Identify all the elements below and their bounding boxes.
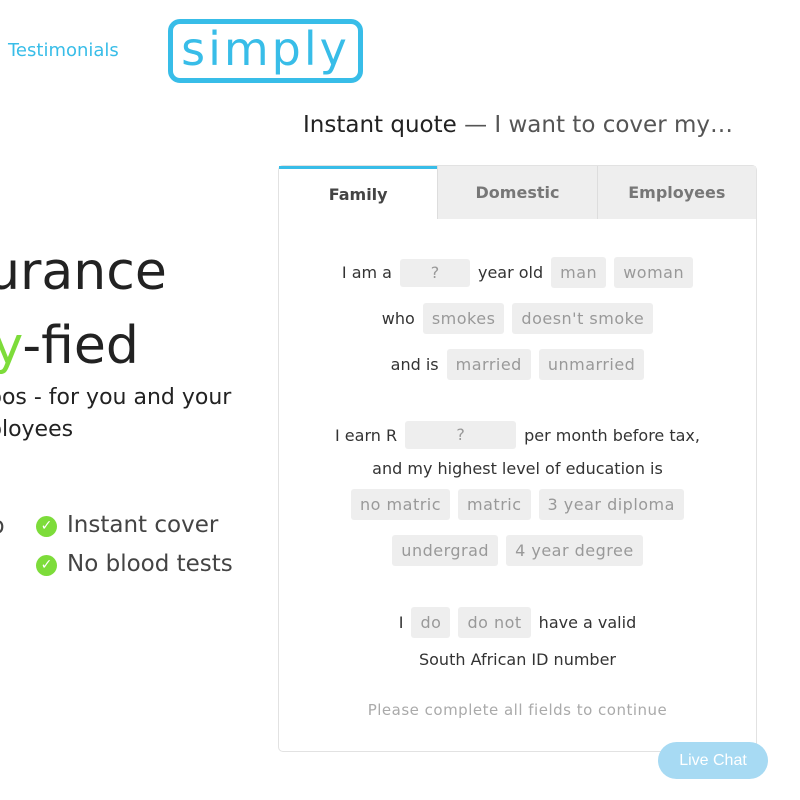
age-suffix: year old bbox=[477, 263, 544, 282]
income-input[interactable]: ? bbox=[405, 421, 517, 449]
and-is-label: and is bbox=[390, 355, 439, 374]
earn-prefix: I earn R bbox=[335, 425, 398, 445]
who-label: who bbox=[381, 309, 415, 328]
bullet-instant-cover: ✓ Instant cover bbox=[36, 512, 218, 538]
education-option-no-matric[interactable]: no matric bbox=[351, 489, 451, 520]
age-input[interactable]: ? bbox=[399, 258, 470, 287]
hero-subtitle-line1: bos - for you and your bbox=[0, 385, 232, 410]
nav-link-testimonials[interactable]: Testimonials bbox=[8, 40, 119, 61]
tab-domestic[interactable]: Domestic bbox=[437, 166, 597, 219]
age-prefix: I am a bbox=[341, 263, 392, 282]
quote-tabs: Family Domestic Employees bbox=[279, 166, 756, 219]
hero-subtitle: bos - for you and your ployees bbox=[0, 382, 231, 446]
bullet-label: No blood tests bbox=[67, 551, 233, 577]
id-option-do-not[interactable]: do not bbox=[458, 607, 531, 638]
education-row-2: undergrad 4 year degree bbox=[279, 535, 756, 566]
logo[interactable]: simply bbox=[168, 19, 363, 83]
quote-heading-rest: — I want to cover my… bbox=[456, 112, 733, 138]
hero-heading-line2: ly-fied bbox=[0, 316, 139, 376]
education-option-matric[interactable]: matric bbox=[458, 489, 531, 520]
smoke-option-smokes[interactable]: smokes bbox=[422, 303, 505, 334]
education-label-row: and my highest level of education is bbox=[279, 459, 756, 478]
quote-heading-strong: Instant quote bbox=[303, 112, 457, 138]
education-option-3-year-diploma[interactable]: 3 year diploma bbox=[538, 489, 684, 520]
id-option-do[interactable]: do bbox=[411, 607, 451, 638]
check-icon: ✓ bbox=[36, 516, 57, 537]
id-row: I do do not have a valid bbox=[279, 607, 756, 638]
smoker-row: who smokes doesn't smoke bbox=[279, 303, 756, 334]
marital-row: and is married unmarried bbox=[279, 349, 756, 380]
education-label: and my highest level of education is bbox=[372, 459, 663, 478]
id-suffix: have a valid bbox=[538, 613, 637, 632]
education-option-4-year-degree[interactable]: 4 year degree bbox=[506, 535, 643, 566]
gender-option-man[interactable]: man bbox=[551, 257, 607, 288]
quote-card: Family Domestic Employees I am a ? year … bbox=[278, 165, 757, 752]
marital-option-married[interactable]: married bbox=[446, 349, 531, 380]
id-row-2: South African ID number bbox=[279, 650, 756, 669]
tab-family[interactable]: Family bbox=[279, 166, 438, 219]
bullet-label: Instant cover bbox=[67, 512, 219, 538]
education-option-undergrad[interactable]: undergrad bbox=[392, 535, 499, 566]
gender-option-woman[interactable]: woman bbox=[614, 257, 694, 288]
id-prefix: I bbox=[398, 613, 404, 632]
bullet-fragment: p bbox=[0, 513, 5, 539]
id-line2: South African ID number bbox=[418, 650, 616, 669]
form-hint: Please complete all fields to continue bbox=[367, 701, 668, 719]
live-chat-button[interactable]: Live Chat bbox=[658, 742, 768, 779]
hero-subtitle-line2: ployees bbox=[0, 417, 74, 442]
hero-heading-line1: surance bbox=[0, 242, 167, 302]
marital-option-unmarried[interactable]: unmarried bbox=[538, 349, 645, 380]
income-row: I earn R ? per month before tax, bbox=[279, 421, 756, 449]
hero-line2-rest: -fied bbox=[22, 316, 139, 376]
age-row: I am a ? year old man woman bbox=[279, 257, 756, 288]
quote-heading: Instant quote — I want to cover my… bbox=[303, 112, 733, 138]
hero-accent: ly bbox=[0, 316, 23, 376]
education-row-1: no matric matric 3 year diploma bbox=[279, 489, 756, 520]
logo-text: simply bbox=[181, 22, 350, 76]
bullet-no-blood-tests: ✓ No blood tests bbox=[36, 551, 233, 577]
earn-suffix: per month before tax, bbox=[524, 425, 700, 445]
smoke-option-doesnt-smoke[interactable]: doesn't smoke bbox=[512, 303, 654, 334]
check-icon: ✓ bbox=[36, 555, 57, 576]
tab-employees[interactable]: Employees bbox=[596, 166, 756, 219]
